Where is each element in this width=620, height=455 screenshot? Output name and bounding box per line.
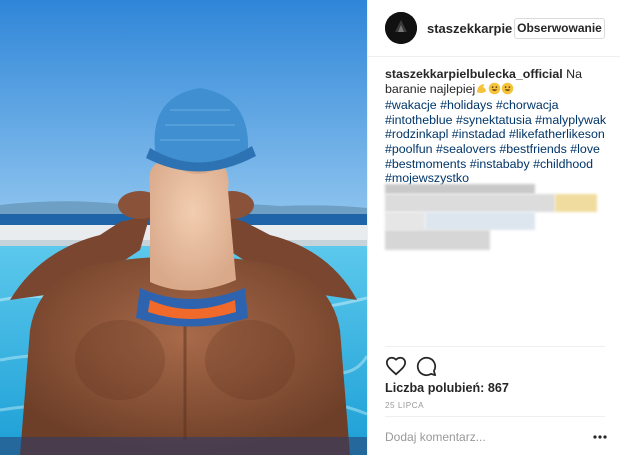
heart-icon[interactable] [385,355,407,377]
post-header: staszekkarpie Obserwowanie [368,0,620,57]
more-options-icon[interactable] [592,430,608,444]
caption-username[interactable]: staszekkarpielbulecka_official [385,67,563,81]
author-username[interactable]: staszekkarpie [427,21,512,36]
post-caption: staszekkarpielbulecka_official Na barani… [385,67,610,186]
blurred-comments [385,184,605,254]
flexed-biceps-icon [475,82,488,99]
comment-bubble-icon[interactable] [415,355,437,377]
post-date[interactable]: 25 LIPCA [385,401,424,410]
likes-count[interactable]: Liczba polubień: 867 [385,381,509,395]
grinning-face-icon [501,82,514,99]
comment-input[interactable] [385,428,575,446]
avatar-image [385,12,417,44]
grinning-face-icon [488,82,501,99]
follow-button[interactable]: Obserwowanie [514,18,605,39]
post-photo[interactable] [0,0,367,455]
post-side-panel: staszekkarpie Obserwowanie staszekkarpie… [367,0,620,455]
comment-divider [385,416,605,417]
caption-hashtags[interactable]: #wakacje #holidays #chorwacja #intothebl… [385,98,606,185]
photo-image [0,0,367,455]
actions-divider [385,346,605,347]
avatar[interactable] [385,12,417,44]
